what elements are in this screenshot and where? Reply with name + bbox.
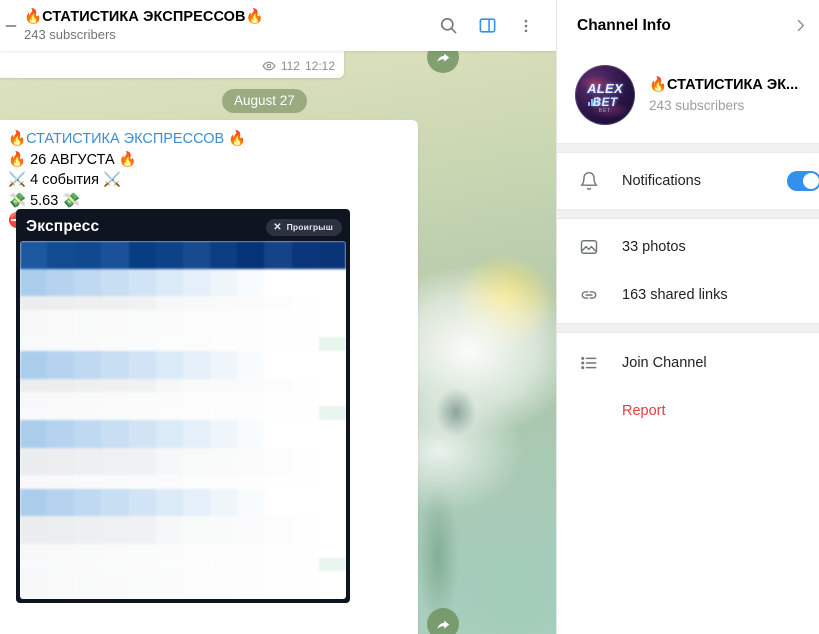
list-icon <box>577 351 601 375</box>
forward-arrow-icon-next[interactable] <box>427 608 459 634</box>
date-divider: August 27 <box>222 89 307 113</box>
report-label: Report <box>622 403 666 419</box>
message-meta: 112 12:12 <box>262 59 335 73</box>
info-row-join-channel[interactable]: Join Channel <box>557 339 819 387</box>
slip-body-blurred <box>20 241 346 599</box>
chat-header: 🔥СТАТИСТИКА ЭКСПРЕССОВ🔥 243 subscribers <box>0 0 556 51</box>
divider-1 <box>557 143 819 153</box>
fire-emoji-right: 🔥 <box>228 131 247 147</box>
profile-text: 🔥СТАТИСТИКА ЭК... 243 subscribers <box>649 76 798 114</box>
status-badge: ✕ Проигрыш <box>266 218 342 236</box>
notifications-group: Notifications <box>557 153 819 209</box>
avatar[interactable]: ALEX BET ВЕТ <box>575 65 635 125</box>
media-group: 33 photos 163 shared links <box>557 219 819 323</box>
info-panel-header: Channel Info <box>557 0 819 51</box>
photo-icon <box>577 235 601 259</box>
photos-label: 33 photos <box>622 239 686 255</box>
avatar-subtext: ВЕТ <box>598 108 612 114</box>
profile-name: 🔥СТАТИСТИКА ЭК... <box>649 77 799 93</box>
back-button[interactable] <box>2 6 20 46</box>
search-icon[interactable] <box>437 15 459 37</box>
actions-group: Join Channel Report <box>557 333 819 443</box>
profile-subscribers: 243 subscribers <box>649 98 745 113</box>
bell-icon <box>577 169 601 193</box>
chat-title: 🔥СТАТИСТИКА ЭКСПРЕССОВ🔥 <box>24 8 264 25</box>
betting-slip-image[interactable]: Экспресс ✕ Проигрыш <box>16 209 350 603</box>
pixelated-content <box>20 241 346 599</box>
slip-header: Экспресс ✕ Проигрыш <box>20 213 346 241</box>
notifications-toggle[interactable] <box>787 171 819 191</box>
avatar-text-bet: BET <box>592 95 618 109</box>
notifications-label: Notifications <box>622 173 701 189</box>
link-icon <box>577 283 601 307</box>
info-row-notifications[interactable]: Notifications <box>557 157 819 205</box>
eye-icon <box>262 59 276 73</box>
channel-profile[interactable]: ALEX BET ВЕТ 🔥СТАТИСТИКА ЭК... 243 subsc… <box>557 51 819 143</box>
info-row-photos[interactable]: 33 photos <box>557 223 819 271</box>
channel-info-panel: Channel Info ALEX BET ВЕТ 🔥СТАТИСТИКА ЭК… <box>556 0 819 634</box>
channel-link[interactable]: СТАТИСТИКА ЭКСПРЕССОВ <box>26 131 224 147</box>
telegram-window: 🔥СТАТИСТИКА ЭКСПРЕССОВ🔥 243 subscribers <box>0 0 819 634</box>
chat-column: 🔥СТАТИСТИКА ЭКСПРЕССОВ🔥 243 subscribers <box>0 0 556 634</box>
toggle-knob <box>803 173 819 189</box>
message-time: 12:12 <box>304 59 335 73</box>
info-row-links[interactable]: 163 shared links <box>557 271 819 319</box>
toggle-info-panel-icon[interactable] <box>476 15 498 37</box>
info-row-report[interactable]: Report <box>557 387 819 435</box>
status-badge-label: Проигрыш <box>286 222 333 232</box>
message-line-2: 🔥 26 АВГУСТА 🔥 <box>8 151 137 168</box>
info-panel-title: Channel Info <box>577 16 671 34</box>
join-channel-label: Join Channel <box>622 355 707 371</box>
more-vertical-icon[interactable] <box>515 15 537 37</box>
message-line-1: 🔥СТАТИСТИКА ЭКСПРЕССОВ 🔥 <box>8 129 408 150</box>
chat-title-block[interactable]: 🔥СТАТИСТИКА ЭКСПРЕССОВ🔥 243 subscribers <box>24 9 437 43</box>
divider-3 <box>557 323 819 333</box>
message-list[interactable]: 112 12:12 August 27 🔥СТАТИСТИКА ЭКСПРЕСС… <box>0 0 556 634</box>
avatar-text-alex: ALEX <box>587 81 623 96</box>
message-line-4: 💸 5.63 💸 <box>8 192 81 209</box>
chat-header-actions <box>437 15 556 37</box>
message-line-3: ⚔️ 4 события ⚔️ <box>8 172 122 188</box>
links-label: 163 shared links <box>622 287 728 303</box>
fire-emoji-left: 🔥 <box>8 131 27 147</box>
chat-subscribers: 243 subscribers <box>24 26 116 42</box>
divider-2 <box>557 209 819 219</box>
message-view-count: 112 <box>280 59 300 73</box>
x-close-icon: ✕ <box>273 221 282 233</box>
chevron-right-icon[interactable] <box>792 17 809 34</box>
slip-title: Экспресс <box>26 218 100 235</box>
